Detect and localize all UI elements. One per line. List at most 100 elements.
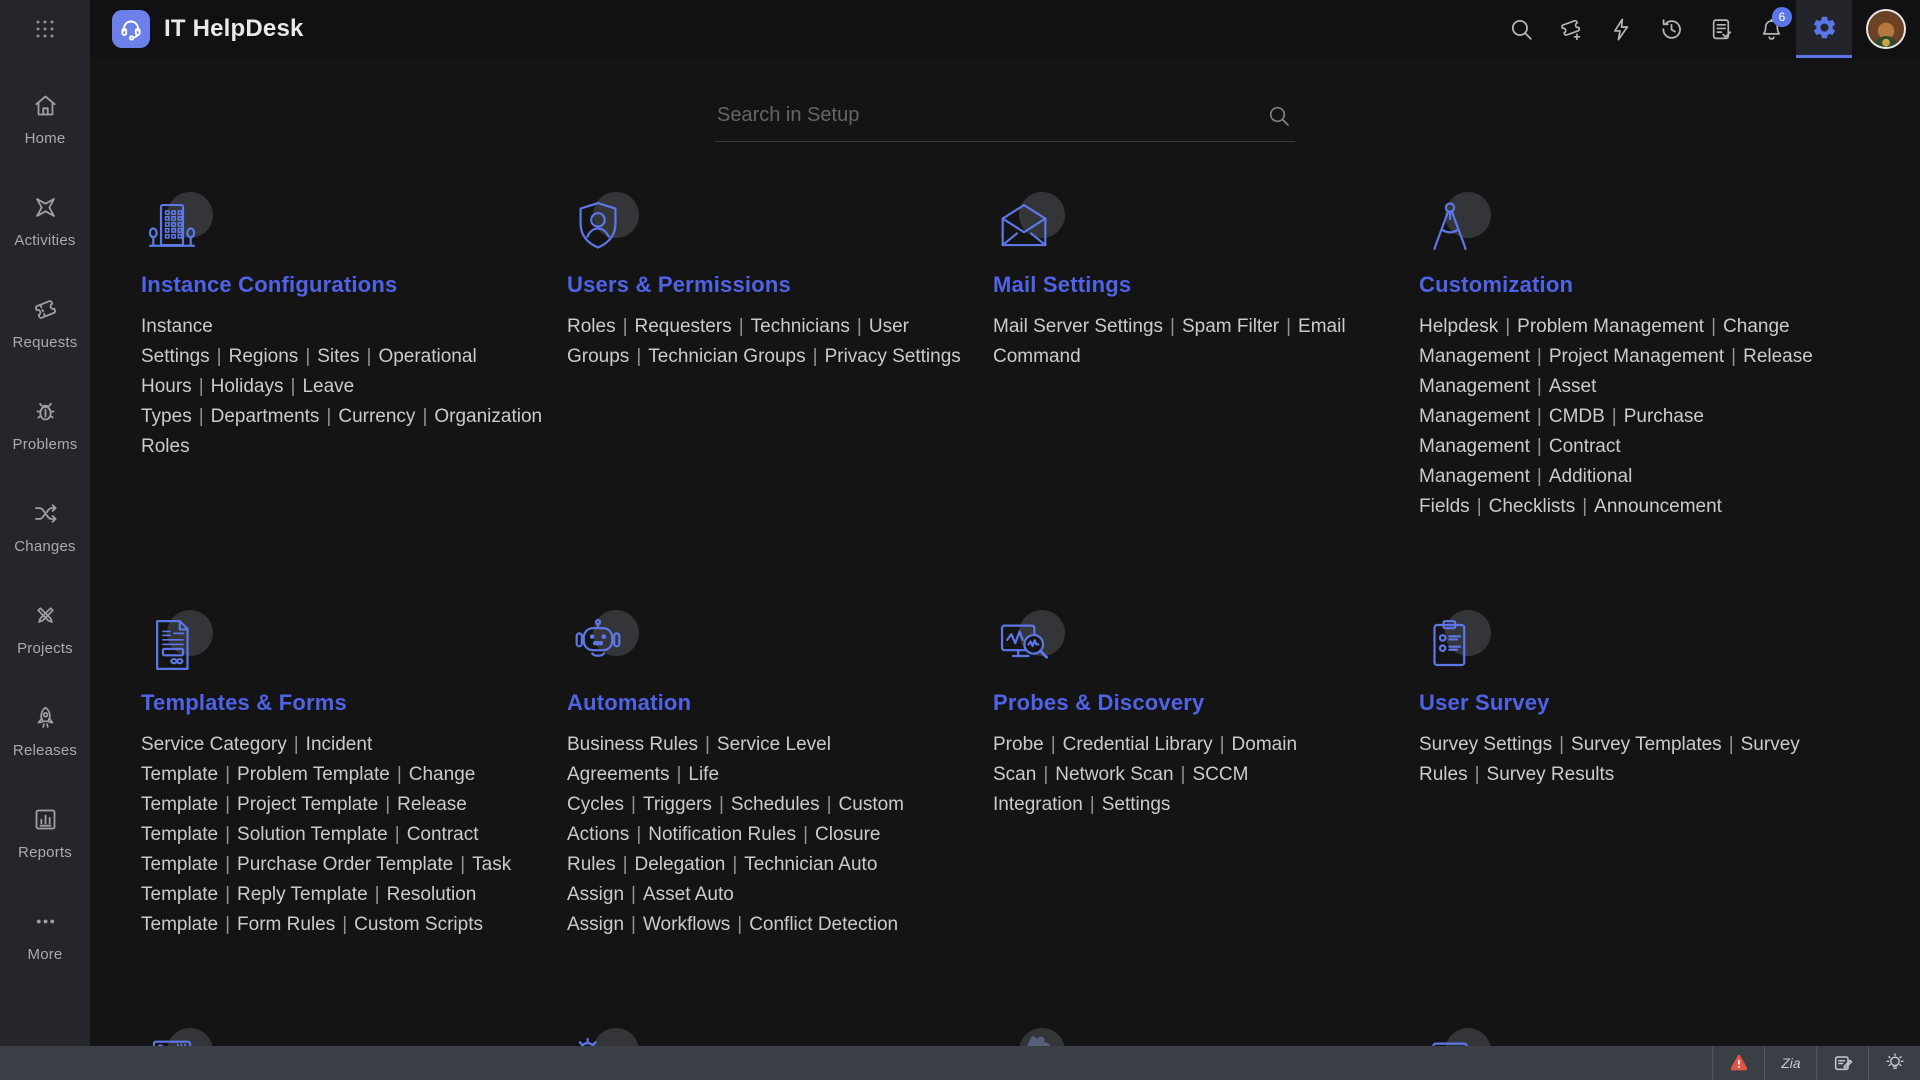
setup-link-custom-scripts[interactable]: Custom Scripts bbox=[354, 914, 483, 935]
category-title[interactable]: Instance Configurations bbox=[141, 272, 397, 298]
category-links: Roles|Requesters|Technicians|User Groups… bbox=[567, 312, 967, 372]
sidebar-item-changes[interactable]: Changes bbox=[0, 500, 90, 555]
search-icon[interactable] bbox=[1496, 0, 1546, 58]
setup-link-project-template[interactable]: Project Template bbox=[237, 794, 378, 815]
monitor-magnifier-icon bbox=[993, 614, 1065, 680]
setup-link-cmdb[interactable]: CMDB bbox=[1549, 406, 1605, 427]
link-separator: | bbox=[342, 914, 347, 935]
setup-link-survey-templates[interactable]: Survey Templates bbox=[1571, 734, 1722, 755]
user-avatar[interactable] bbox=[1866, 9, 1906, 49]
sidebar-item-label: Projects bbox=[17, 640, 73, 657]
link-separator: | bbox=[375, 884, 380, 905]
link-separator: | bbox=[1582, 496, 1587, 517]
setup-link-problem-management[interactable]: Problem Management bbox=[1517, 316, 1704, 337]
setup-link-notification-rules[interactable]: Notification Rules bbox=[648, 824, 796, 845]
setup-link-schedules[interactable]: Schedules bbox=[731, 794, 820, 815]
setup-link-form-rules[interactable]: Form Rules bbox=[237, 914, 335, 935]
sidebar-item-reports[interactable]: Reports bbox=[0, 806, 90, 861]
zia-assistant-icon[interactable]: Zia bbox=[1764, 1046, 1816, 1080]
app-launcher-grid-icon[interactable] bbox=[0, 0, 90, 58]
setup-link-reply-template[interactable]: Reply Template bbox=[237, 884, 368, 905]
warning-icon[interactable] bbox=[1712, 1046, 1764, 1080]
topbar-actions: 6 bbox=[1496, 0, 1906, 58]
setup-link-currency[interactable]: Currency bbox=[338, 406, 415, 427]
setup-link-helpdesk[interactable]: Helpdesk bbox=[1419, 316, 1498, 337]
puzzle-icon bbox=[993, 1032, 1065, 1046]
quick-actions-icon[interactable] bbox=[1596, 0, 1646, 58]
feedback-compose-icon[interactable] bbox=[1816, 1046, 1868, 1080]
link-separator: | bbox=[199, 376, 204, 397]
setup-link-holidays[interactable]: Holidays bbox=[211, 376, 284, 397]
category-title[interactable]: Automation bbox=[567, 690, 691, 716]
setup-link-delegation[interactable]: Delegation bbox=[635, 854, 726, 875]
category-title[interactable]: Customization bbox=[1419, 272, 1573, 298]
add-request-icon[interactable] bbox=[1546, 0, 1596, 58]
setup-link-settings[interactable]: Settings bbox=[1102, 794, 1171, 815]
link-separator: | bbox=[367, 346, 372, 367]
setup-link-privacy-settings[interactable]: Privacy Settings bbox=[825, 346, 961, 367]
category-title[interactable]: Users & Permissions bbox=[567, 272, 791, 298]
setup-link-technicians[interactable]: Technicians bbox=[751, 316, 850, 337]
category-title[interactable]: Templates & Forms bbox=[141, 690, 347, 716]
sidebar-item-projects[interactable]: Projects bbox=[0, 602, 90, 657]
sidebar-item-home[interactable]: Home bbox=[0, 92, 90, 147]
setup-link-sites[interactable]: Sites bbox=[317, 346, 359, 367]
setup-link-credential-library[interactable]: Credential Library bbox=[1063, 734, 1213, 755]
setup-link-checklists[interactable]: Checklists bbox=[1489, 496, 1576, 517]
setup-link-service-category[interactable]: Service Category bbox=[141, 734, 287, 755]
laptop-code-icon bbox=[1419, 1032, 1491, 1046]
sidebar-item-label: Activities bbox=[14, 232, 75, 249]
setup-link-solution-template[interactable]: Solution Template bbox=[237, 824, 388, 845]
setup-categories-grid: Instance Configurations Instance Settings… bbox=[90, 142, 1920, 1046]
settings-gear-icon[interactable] bbox=[1796, 0, 1852, 58]
setup-link-network-scan[interactable]: Network Scan bbox=[1055, 764, 1173, 785]
category-title[interactable]: User Survey bbox=[1419, 690, 1550, 716]
search-icon[interactable] bbox=[1267, 104, 1291, 133]
setup-link-workflows[interactable]: Workflows bbox=[643, 914, 730, 935]
link-separator: | bbox=[385, 794, 390, 815]
link-separator: | bbox=[1477, 496, 1482, 517]
notifications-bell-icon[interactable]: 6 bbox=[1746, 0, 1796, 58]
category-title[interactable]: Probes & Discovery bbox=[993, 690, 1204, 716]
sidebar-item-releases[interactable]: Releases bbox=[0, 704, 90, 759]
approvals-icon[interactable] bbox=[1696, 0, 1746, 58]
setup-link-regions[interactable]: Regions bbox=[229, 346, 299, 367]
link-separator: | bbox=[1043, 764, 1048, 785]
category-mail-settings: Mail Settings Mail Server Settings | Spam F… bbox=[993, 196, 1395, 522]
setup-link-spam-filter[interactable]: Spam Filter bbox=[1182, 316, 1279, 337]
setup-link-probe[interactable]: Probe bbox=[993, 734, 1044, 755]
sidebar-item-more[interactable]: More bbox=[0, 908, 90, 963]
sidebar-item-label: Releases bbox=[13, 742, 77, 759]
setup-link-instance-settings[interactable]: Instance Settings bbox=[141, 316, 213, 367]
link-separator: | bbox=[326, 406, 331, 427]
link-separator: | bbox=[1711, 316, 1716, 337]
setup-link-roles[interactable]: Roles bbox=[567, 316, 616, 337]
link-separator: | bbox=[803, 824, 808, 845]
setup-link-technician-groups[interactable]: Technician Groups bbox=[648, 346, 805, 367]
setup-link-survey-results[interactable]: Survey Results bbox=[1487, 764, 1615, 785]
setup-link-triggers[interactable]: Triggers bbox=[643, 794, 712, 815]
setup-link-departments[interactable]: Departments bbox=[211, 406, 320, 427]
category-title[interactable]: Mail Settings bbox=[993, 272, 1131, 298]
link-separator: | bbox=[1170, 316, 1175, 337]
setup-link-purchase-order-template[interactable]: Purchase Order Template bbox=[237, 854, 453, 875]
sidebar-item-activities[interactable]: Activities bbox=[0, 194, 90, 249]
setup-link-problem-template[interactable]: Problem Template bbox=[237, 764, 390, 785]
category-automation: AutomationBusiness Rules|Service Level A… bbox=[567, 614, 969, 940]
sidebar-item-requests[interactable]: Requests bbox=[0, 296, 90, 351]
link-separator: | bbox=[1537, 466, 1542, 487]
search-input[interactable] bbox=[715, 92, 1295, 142]
setup-link-requesters[interactable]: Requesters bbox=[635, 316, 732, 337]
setup-link-project-management[interactable]: Project Management bbox=[1549, 346, 1724, 367]
setup-link-business-rules[interactable]: Business Rules bbox=[567, 734, 698, 755]
link-separator: | bbox=[225, 914, 230, 935]
app-logo headset-icon bbox=[112, 10, 150, 48]
link-separator: | bbox=[1286, 316, 1291, 337]
setup-link-conflict-detection[interactable]: Conflict Detection bbox=[749, 914, 898, 935]
history-icon[interactable] bbox=[1646, 0, 1696, 58]
setup-link-mail-server-settings[interactable]: Mail Server Settings bbox=[993, 316, 1163, 337]
sidebar-item-problems[interactable]: Problems bbox=[0, 398, 90, 453]
setup-link-announcement[interactable]: Announcement bbox=[1594, 496, 1722, 517]
setup-link-survey-settings[interactable]: Survey Settings bbox=[1419, 734, 1552, 755]
lightbulb-icon[interactable] bbox=[1868, 1046, 1920, 1080]
